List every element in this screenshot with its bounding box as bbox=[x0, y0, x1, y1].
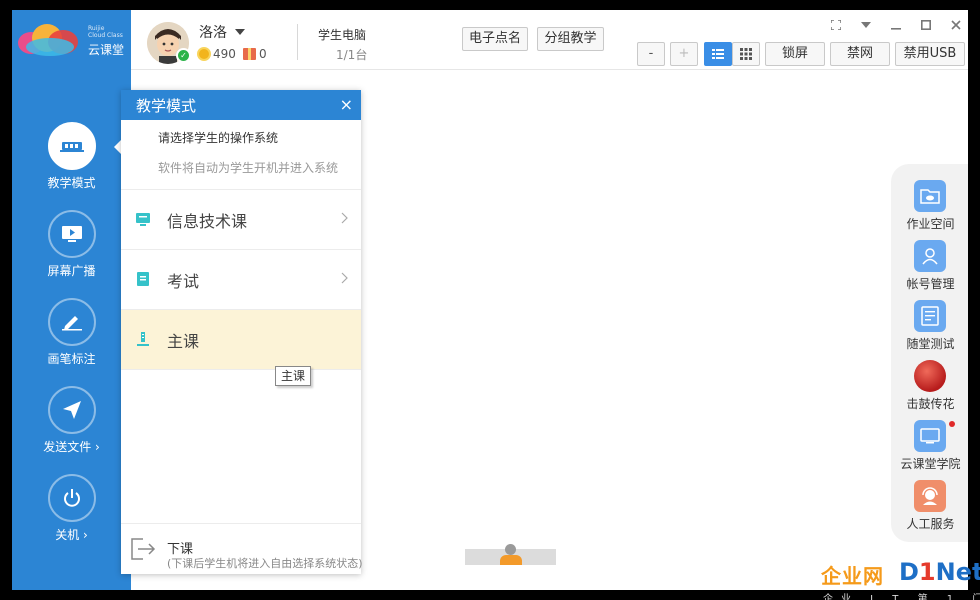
watermark: 企业网 D1Net 企业 I T 第 1 门户 bbox=[821, 558, 980, 600]
tool-label: 人工服务 bbox=[906, 517, 955, 531]
chevron-right-icon bbox=[341, 272, 348, 284]
pc-label: 学生电脑 bbox=[318, 28, 367, 42]
panel-subtitle: 请选择学生的操作系统 bbox=[158, 131, 279, 145]
block-network-button[interactable]: 禁网 bbox=[830, 42, 890, 66]
fullscreen-icon[interactable] bbox=[828, 18, 844, 32]
sidebar-item-label: 教学模式 bbox=[47, 176, 96, 190]
minimize-icon[interactable] bbox=[888, 18, 904, 32]
student-computer[interactable] bbox=[465, 544, 556, 565]
brand-english: Ruijie Cloud Class bbox=[88, 25, 123, 39]
main-class-icon bbox=[137, 332, 149, 346]
sidebar-item-pen-annotate[interactable]: 画笔标注 bbox=[12, 298, 131, 378]
tool-academy[interactable]: 云课堂学院 bbox=[891, 420, 968, 480]
brand-name: 云课堂 bbox=[88, 43, 125, 57]
zoom-out-button[interactable]: - bbox=[637, 42, 665, 66]
gift-icon bbox=[243, 48, 256, 60]
grid-view-button[interactable] bbox=[732, 42, 760, 66]
gift-count: 0 bbox=[259, 47, 267, 61]
tool-label: 作业空间 bbox=[906, 217, 955, 231]
right-toolbar: 作业空间 帐号管理 随堂测试 击鼓传花 云课堂学院 人工服务 bbox=[891, 164, 968, 542]
watermark-cn: 企业网 bbox=[821, 564, 884, 588]
tool-human-service[interactable]: 人工服务 bbox=[891, 480, 968, 540]
maximize-icon[interactable] bbox=[918, 18, 934, 32]
mode-row-it-class[interactable]: 信息技术课 bbox=[121, 190, 361, 250]
mode-label: 考试 bbox=[167, 272, 200, 291]
tool-label: 帐号管理 bbox=[906, 277, 955, 291]
tool-label: 击鼓传花 bbox=[906, 397, 955, 411]
sidebar-item-send-file[interactable]: 发送文件 › bbox=[12, 386, 131, 466]
mode-label: 信息技术课 bbox=[167, 212, 248, 231]
teaching-mode-panel: 教学模式 × 请选择学生的操作系统 软件将自动为学生开机并进入系统 信息技术课 … bbox=[121, 90, 363, 574]
student-avatar-icon bbox=[505, 544, 516, 555]
online-check-icon: ✓ bbox=[176, 48, 191, 63]
support-icon bbox=[914, 480, 946, 512]
mode-row-exam[interactable]: 考试 bbox=[121, 250, 361, 310]
roll-call-button[interactable]: 电子点名 bbox=[462, 27, 528, 51]
coin-count: 490 bbox=[213, 47, 236, 61]
end-class-desc: (下课后学生机将进入自由选择系统状态) bbox=[167, 557, 363, 570]
block-usb-button[interactable]: 禁用USB bbox=[895, 42, 965, 66]
tool-account-management[interactable]: 帐号管理 bbox=[891, 240, 968, 300]
panel-arrow bbox=[114, 140, 121, 154]
panel-title: 教学模式 bbox=[136, 97, 197, 115]
watermark-en: D1Net bbox=[899, 558, 980, 586]
tool-class-quiz[interactable]: 随堂测试 bbox=[891, 300, 968, 360]
logo: Ruijie Cloud Class 云课堂 bbox=[18, 22, 128, 62]
monitor-icon bbox=[136, 213, 150, 226]
academy-icon bbox=[914, 420, 946, 452]
zoom-in-button[interactable]: + bbox=[670, 42, 698, 66]
pen-annotate-icon bbox=[48, 298, 96, 346]
group-teaching-button[interactable]: 分组教学 bbox=[537, 27, 604, 51]
notification-dot bbox=[949, 421, 955, 427]
sidebar-item-teaching-mode[interactable]: 教学模式 bbox=[12, 122, 131, 202]
lock-screen-button[interactable]: 锁屏 bbox=[765, 42, 825, 66]
chevron-right-icon bbox=[341, 212, 348, 224]
send-file-icon bbox=[48, 386, 96, 434]
mode-label: 主课 bbox=[167, 332, 200, 351]
caret-down-icon[interactable] bbox=[235, 29, 245, 35]
tool-label: 随堂测试 bbox=[906, 337, 955, 351]
sidebar-item-label: 画笔标注 bbox=[47, 352, 96, 366]
quiz-icon bbox=[914, 300, 946, 332]
divider bbox=[121, 369, 361, 370]
power-icon bbox=[48, 474, 96, 522]
panel-close-icon[interactable]: × bbox=[340, 95, 353, 114]
sidebar-item-label: 关机 › bbox=[55, 528, 88, 542]
exit-icon bbox=[131, 538, 156, 560]
tool-homework-space[interactable]: 作业空间 bbox=[891, 180, 968, 240]
drum-icon bbox=[914, 360, 946, 392]
coin-icon bbox=[197, 47, 211, 61]
tool-pass-the-drum[interactable]: 击鼓传花 bbox=[891, 360, 968, 420]
list-view-button[interactable] bbox=[704, 42, 732, 66]
end-class-button[interactable]: 下课 (下课后学生机将进入自由选择系统状态) bbox=[121, 523, 363, 574]
teaching-mode-icon bbox=[48, 122, 96, 170]
sidebar-item-power[interactable]: 关机 › bbox=[12, 474, 131, 554]
divider bbox=[297, 24, 298, 60]
mode-row-main-class[interactable]: 主课 bbox=[121, 310, 361, 370]
tooltip: 主课 bbox=[275, 366, 312, 386]
watermark-sub: 企业 I T 第 1 门户 bbox=[823, 594, 980, 600]
exam-icon bbox=[137, 272, 149, 286]
username[interactable]: 洛洛 bbox=[199, 22, 227, 42]
sidebar-item-screen-broadcast[interactable]: 屏幕广播 bbox=[12, 210, 131, 290]
dropdown-menu-icon[interactable] bbox=[858, 18, 874, 32]
pc-count: 1/1台 bbox=[336, 48, 368, 62]
sidebar: Ruijie Cloud Class 云课堂 教学模式 屏幕广播 画笔标注 发送… bbox=[12, 10, 131, 590]
close-icon[interactable] bbox=[948, 18, 964, 32]
screen-broadcast-icon bbox=[48, 210, 96, 258]
top-bar: ✓ 洛洛 490 0 学生电脑 1/1台 电子点名 分组教学 - + 锁屏 禁网… bbox=[131, 10, 968, 70]
tool-label: 云课堂学院 bbox=[900, 457, 961, 471]
grid-view-icon bbox=[740, 48, 752, 60]
account-icon bbox=[914, 240, 946, 272]
sidebar-item-label: 屏幕广播 bbox=[47, 264, 96, 278]
panel-header: 教学模式 × bbox=[121, 90, 361, 120]
folder-icon bbox=[914, 180, 946, 212]
app-window: Ruijie Cloud Class 云课堂 教学模式 屏幕广播 画笔标注 发送… bbox=[12, 10, 968, 590]
sidebar-item-label: 发送文件 › bbox=[43, 440, 100, 454]
student-body-icon bbox=[500, 555, 522, 565]
panel-hint: 软件将自动为学生开机并进入系统 bbox=[158, 161, 339, 175]
list-view-icon bbox=[712, 49, 724, 59]
